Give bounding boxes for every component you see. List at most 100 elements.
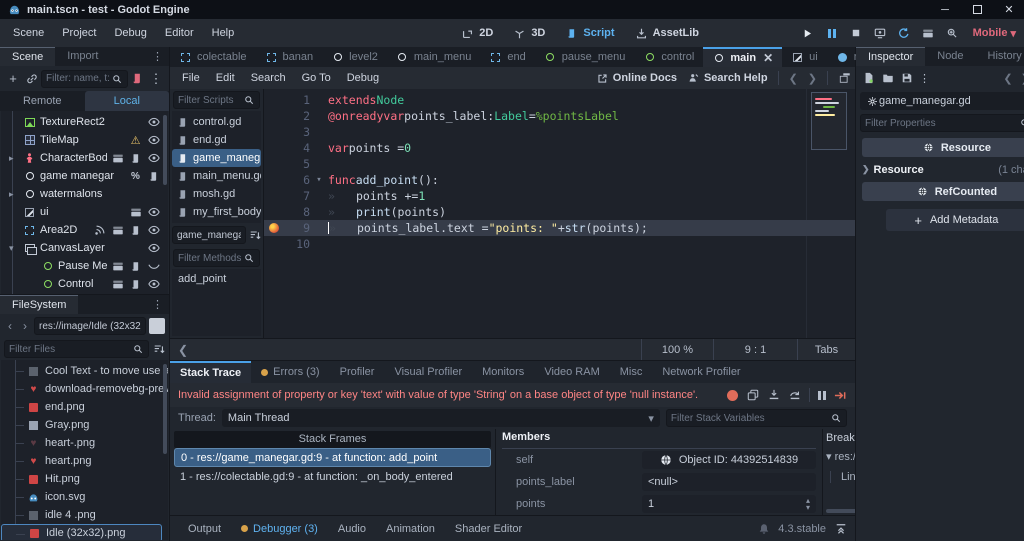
fs-scrollbar[interactable] bbox=[163, 364, 167, 454]
eye-icon[interactable] bbox=[147, 224, 160, 237]
fs-forward-icon[interactable]: › bbox=[19, 319, 31, 333]
version-label[interactable]: 4.3.stable bbox=[778, 523, 826, 535]
workspace-3d[interactable]: 3D bbox=[505, 27, 553, 40]
script-icon[interactable] bbox=[129, 224, 142, 237]
sort-files-icon[interactable] bbox=[152, 343, 165, 356]
break-button[interactable] bbox=[727, 389, 738, 401]
expander-icon[interactable]: ▸ bbox=[9, 153, 21, 164]
online-docs-button[interactable]: Online Docs bbox=[596, 72, 677, 85]
filter-properties-input[interactable] bbox=[865, 117, 1019, 129]
code-line-2[interactable]: 2 @onready var points_label: Label = %poi… bbox=[264, 108, 855, 124]
filter-methods-field[interactable] bbox=[173, 249, 260, 267]
object-dropdown[interactable]: game_manegar.gd ▾ bbox=[860, 92, 1024, 110]
code-line-4[interactable]: 4 var points = 0 bbox=[264, 140, 855, 156]
stack-frame[interactable]: 1 - res://colectable.gd:9 - at function:… bbox=[174, 467, 491, 486]
eye-closed-icon[interactable] bbox=[147, 260, 160, 273]
filter-stack-variables-input[interactable] bbox=[670, 412, 829, 424]
float-panel-icon[interactable] bbox=[838, 72, 851, 85]
scene-tree-node[interactable]: ▸ CharacterBody2D bbox=[1, 149, 168, 167]
filesystem-tab[interactable]: FileSystem bbox=[0, 295, 79, 314]
scene-filter-input[interactable] bbox=[46, 73, 110, 84]
debugger-tab-video-ram[interactable]: Video RAM bbox=[534, 361, 609, 383]
cursor-position[interactable]: 9 : 1 bbox=[713, 339, 797, 360]
spinner-icon[interactable]: ▴ ▾ bbox=[806, 497, 810, 512]
resource-category[interactable]: Resource bbox=[862, 138, 1024, 157]
code-line-6[interactable]: 6 ▾ func add_point (): bbox=[264, 172, 855, 188]
code-line-10[interactable]: 10 bbox=[264, 236, 855, 252]
resource-section[interactable]: ❯ Resource (1 change) bbox=[862, 161, 1024, 178]
scene-dock-tab-scene[interactable]: Scene bbox=[0, 47, 56, 66]
refcounted-category[interactable]: RefCounted bbox=[862, 182, 1024, 201]
new-resource-icon[interactable] bbox=[862, 72, 875, 85]
breakpoint-line[interactable]: Line bbox=[830, 471, 855, 483]
script-icon[interactable] bbox=[129, 152, 142, 165]
scene-tree-node[interactable]: TextureRect2 bbox=[1, 113, 168, 131]
copy-error-icon[interactable] bbox=[746, 389, 759, 402]
scene-tab-main[interactable]: main ✕ bbox=[703, 47, 783, 67]
script-list-item[interactable]: mosh.gd bbox=[172, 185, 261, 203]
file-row[interactable]: end.png bbox=[1, 398, 168, 416]
debugger-tab-network-profiler[interactable]: Network Profiler bbox=[652, 361, 750, 383]
signal-icon[interactable] bbox=[93, 224, 106, 237]
code-line-5[interactable]: 5 bbox=[264, 156, 855, 172]
menu-project[interactable]: Project bbox=[53, 19, 105, 47]
pause-button[interactable] bbox=[821, 23, 843, 43]
file-row[interactable]: Cool Text - to move use arr... bbox=[1, 362, 168, 380]
scene-tree-menu-icon[interactable]: ⋮ bbox=[147, 70, 165, 88]
scene-tree-node[interactable]: Pause Menu bbox=[1, 257, 168, 275]
close-button[interactable]: ✕ bbox=[1002, 4, 1016, 16]
close-tab-icon[interactable]: ✕ bbox=[763, 51, 773, 65]
percent-icon[interactable]: % bbox=[129, 170, 142, 183]
indent-mode[interactable]: Tabs bbox=[797, 339, 855, 360]
file-row[interactable]: ♥ download-removebg-previ... bbox=[1, 380, 168, 398]
code-line-8[interactable]: 8 » print (points) bbox=[264, 204, 855, 220]
scene-tree-node[interactable]: ▸ watermalons bbox=[1, 185, 168, 203]
script-icon[interactable] bbox=[147, 170, 160, 183]
script-list-item[interactable]: game_maneg... bbox=[172, 149, 261, 167]
script-menu-file[interactable]: File bbox=[174, 67, 208, 89]
scene-tab-colectable[interactable]: colectable bbox=[170, 47, 256, 67]
remote-debug-button[interactable] bbox=[869, 23, 891, 43]
reload-button[interactable] bbox=[893, 23, 915, 43]
movie-mode-button[interactable] bbox=[917, 23, 939, 43]
eye-icon[interactable] bbox=[147, 152, 160, 165]
file-row[interactable]: Idle (32x32).png bbox=[1, 524, 162, 540]
bottom-panel-output[interactable]: Output bbox=[178, 523, 231, 535]
bottom-panel-animation[interactable]: Animation bbox=[376, 523, 445, 535]
attach-script-icon[interactable] bbox=[131, 72, 144, 85]
stack-frame[interactable]: 0 - res://game_manegar.gd:9 - at functio… bbox=[174, 448, 491, 467]
file-row[interactable]: ♥ heart-.png bbox=[1, 434, 168, 452]
fs-path-input[interactable] bbox=[39, 320, 141, 332]
scene-tree-node[interactable]: TileMap ⚠ bbox=[1, 131, 168, 149]
filter-properties-field[interactable] bbox=[860, 114, 1024, 132]
method-item[interactable]: add_point bbox=[178, 273, 255, 285]
maximize-button[interactable] bbox=[970, 4, 984, 16]
fs-file-icon[interactable] bbox=[149, 318, 165, 334]
debugger-tab-stack-trace[interactable]: Stack Trace bbox=[170, 361, 252, 383]
workspace-script[interactable]: Script bbox=[557, 27, 622, 40]
script-list-item[interactable]: my_first_body... bbox=[172, 203, 261, 221]
menu-debug[interactable]: Debug bbox=[105, 19, 155, 47]
fs-filter-input[interactable] bbox=[9, 343, 131, 355]
scene-tree-node[interactable]: game manegar% bbox=[1, 167, 168, 185]
script-name-input[interactable] bbox=[177, 229, 241, 241]
add-metadata-button[interactable]: + Add Metadata bbox=[886, 209, 1024, 231]
bottom-panel-audio[interactable]: Audio bbox=[328, 523, 376, 535]
scroll-left-icon[interactable]: ❮ bbox=[170, 343, 196, 357]
script-icon[interactable] bbox=[129, 278, 142, 291]
script-menu-go-to[interactable]: Go To bbox=[294, 67, 339, 89]
inspector-back-icon[interactable]: ❮ bbox=[1003, 72, 1012, 85]
editor-zoom-level[interactable]: 100 % bbox=[641, 339, 713, 360]
code-line-7[interactable]: 7 » points += 1 bbox=[264, 188, 855, 204]
continue-icon[interactable] bbox=[834, 389, 847, 402]
inspector-extra-menu-icon[interactable]: ⋮ bbox=[919, 72, 930, 85]
expander-icon[interactable]: ▸ bbox=[9, 189, 21, 200]
bottom-panel-shader-editor[interactable]: Shader Editor bbox=[445, 523, 532, 535]
instance-scene-icon[interactable] bbox=[25, 72, 38, 85]
scene-tab-main_menu[interactable]: main_menu bbox=[387, 47, 480, 67]
menu-scene[interactable]: Scene bbox=[4, 19, 53, 47]
pause-execution-icon[interactable] bbox=[818, 390, 826, 400]
play-button[interactable] bbox=[797, 23, 819, 43]
inspector-forward-icon[interactable]: ❯ bbox=[1021, 72, 1024, 85]
movie-icon[interactable] bbox=[111, 224, 124, 237]
